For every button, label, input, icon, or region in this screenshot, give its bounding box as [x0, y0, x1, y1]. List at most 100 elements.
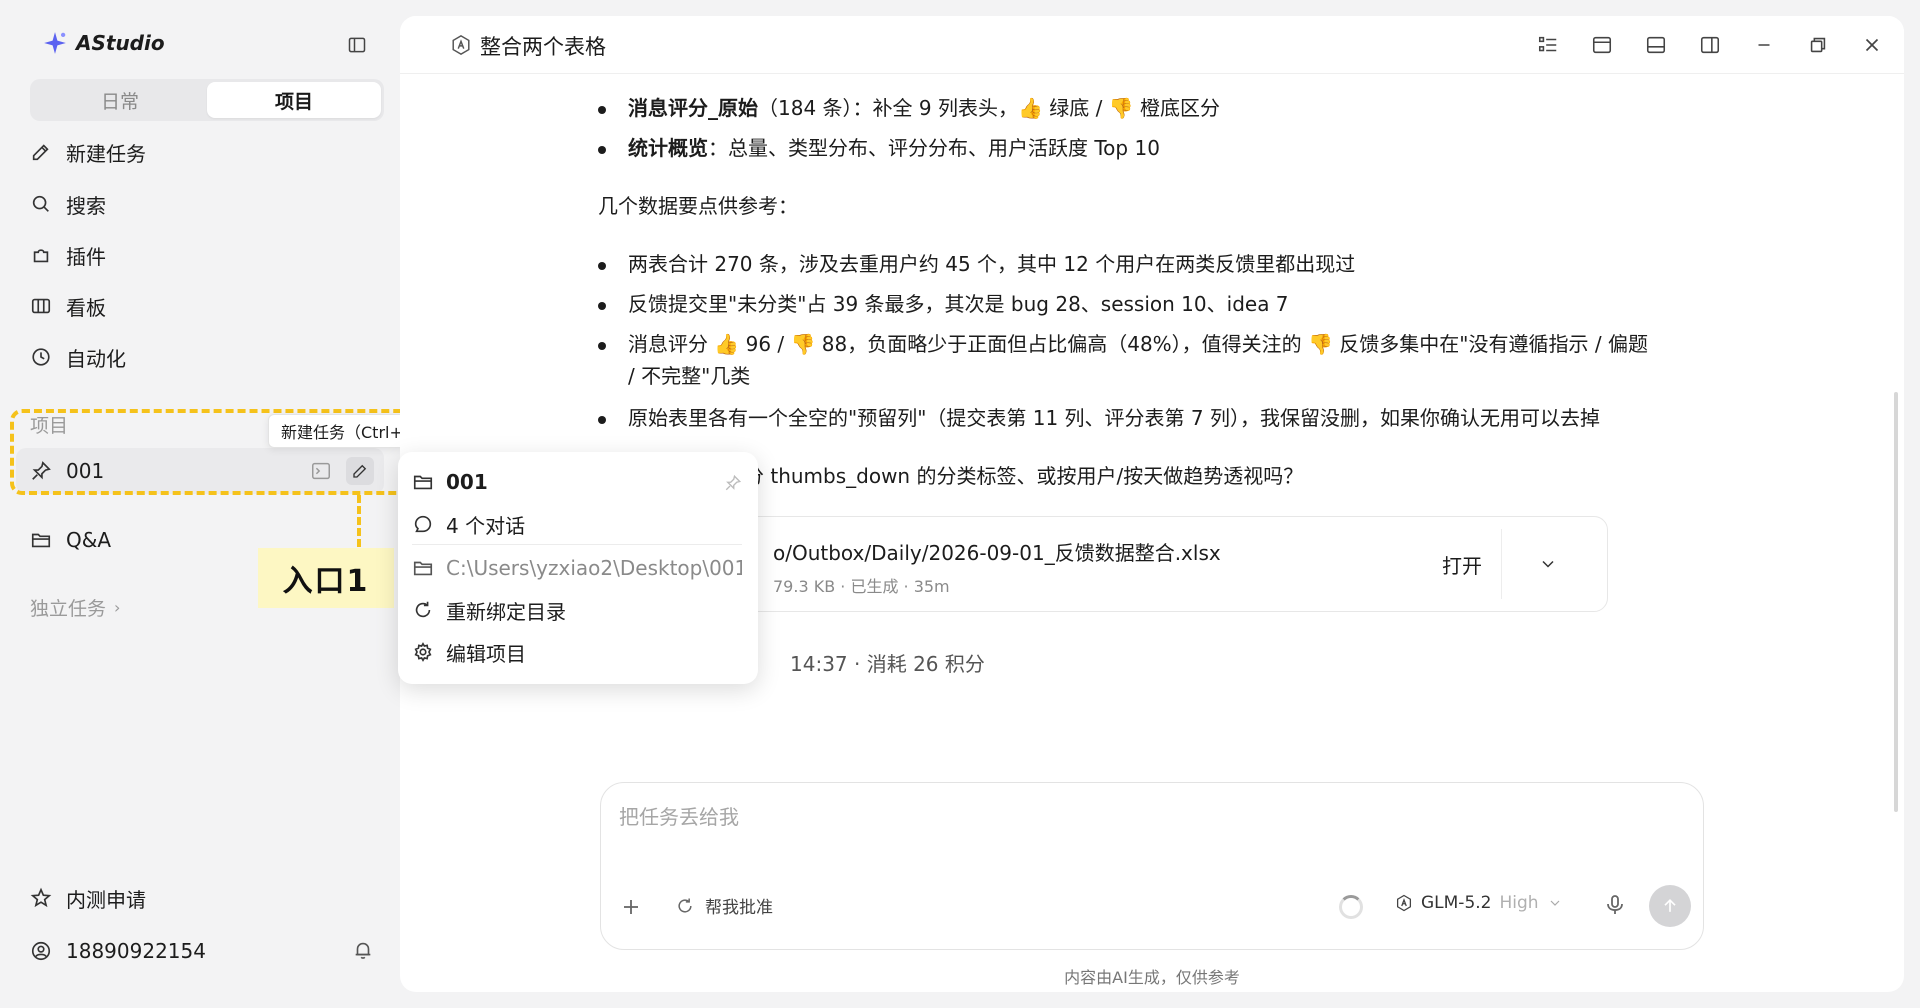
- point-item-continued: / 不完整"几类: [628, 364, 751, 388]
- outline-button[interactable]: [1534, 31, 1562, 59]
- model-a-icon: [1396, 894, 1412, 912]
- message-footer: 14:37 · 消耗 26 积分: [790, 652, 985, 676]
- beta-apply-label: 内测申请: [66, 887, 146, 912]
- nav-plugins-label: 插件: [66, 244, 106, 269]
- bullet-item: 消息评分_原始（184 条）：补全 9 列表头，👍 绿底 / 👎 橙底区分: [628, 92, 1220, 124]
- user-account[interactable]: 18890922154: [30, 933, 206, 969]
- nav-search-label: 搜索: [66, 193, 106, 218]
- scrollbar[interactable]: [1894, 392, 1898, 812]
- folder-icon: [413, 475, 433, 490]
- follow-up-question: 分 thumbs_down 的分类标签、或按用户/按天做趋势透视吗？: [744, 464, 1304, 488]
- point-item: 反馈提交里"未分类"占 39 条最多，其次是 bug 28、session 10…: [628, 292, 1289, 316]
- folder-icon: [31, 533, 51, 548]
- edit-project-label: 编辑项目: [446, 641, 526, 666]
- tab-daily[interactable]: 日常: [33, 82, 207, 118]
- point-item: 消息评分 👍 96 / 👎 88，负面略少于正面但占比偏高（48%），值得关注的…: [628, 332, 1648, 356]
- nav-kanban[interactable]: 看板: [30, 288, 106, 324]
- popover-edit-project[interactable]: 编辑项目: [412, 634, 742, 670]
- bullet-item: 统计概览：总量、类型分布、评分分布、用户活跃度 Top 10: [628, 132, 1160, 164]
- user-phone: 18890922154: [66, 939, 206, 963]
- auto-approve-label: 帮我批准: [705, 898, 773, 918]
- mode-switch: 日常 项目: [30, 79, 384, 121]
- project-item-qa[interactable]: Q&A: [30, 522, 111, 558]
- minimize-button[interactable]: [1750, 31, 1778, 59]
- point-item: 原始表里各有一个全空的"预留列"（提交表第 11 列、评分表第 7 列），我保留…: [628, 406, 1601, 430]
- project-a-icon: [452, 34, 470, 56]
- point-item: 两表合计 270 条，涉及去重用户约 45 个，其中 12 个用户在两类反馈里都…: [628, 252, 1356, 276]
- tab-projects[interactable]: 项目: [207, 82, 381, 118]
- file-card[interactable]: o/Outbox/Daily/2026-09-01_反馈数据整合.xlsx 79…: [732, 516, 1608, 612]
- send-button[interactable]: [1649, 885, 1691, 927]
- popover-rebind-directory[interactable]: 重新绑定目录: [412, 592, 742, 628]
- popover-path[interactable]: C:\Users\yzxiao2\Desktop\001: [412, 550, 742, 586]
- user-avatar-icon: [31, 941, 51, 961]
- popover-divider: [412, 544, 742, 545]
- bullet-bold: 统计概览: [628, 136, 708, 160]
- nav-new-task-label: 新建任务: [66, 141, 146, 166]
- file-meta: 79.3 KB · 已生成 · 35m: [773, 577, 950, 596]
- open-file-button[interactable]: 打开: [1423, 529, 1501, 599]
- popover-conversations[interactable]: 4 个对话: [412, 506, 742, 542]
- task-input[interactable]: 把任务丢给我: [619, 801, 739, 830]
- sidebar: AStudio 日常 项目 新建任务 搜索 插件 看板 自动化 项目 001 Q: [0, 0, 444, 1008]
- model-level: High: [1499, 893, 1539, 913]
- file-name: o/Outbox/Daily/2026-09-01_反馈数据整合.xlsx: [773, 541, 1221, 565]
- bullet-dot: [598, 146, 606, 154]
- minimize-icon: [1758, 44, 1770, 46]
- plugin-icon: [33, 249, 49, 263]
- nav-kanban-label: 看板: [66, 295, 106, 320]
- project-info-popover: 001 4 个对话 C:\Users\yzxiao2\Desktop\001 重…: [398, 452, 758, 684]
- section-heading: 几个数据要点供参考：: [598, 194, 798, 218]
- ai-disclaimer: 内容由AI生成，仅供参考: [1064, 968, 1240, 987]
- auto-approve-toggle[interactable]: 帮我批准: [675, 893, 773, 918]
- bullet-dot: [598, 106, 606, 114]
- nav-automation[interactable]: 自动化: [30, 339, 126, 375]
- chevron-down-icon: [1541, 560, 1554, 568]
- annotation-connector-line: [357, 495, 361, 547]
- nav-plugins[interactable]: 插件: [30, 237, 106, 273]
- layout-right-button[interactable]: [1696, 31, 1724, 59]
- loading-spinner-icon: [1339, 895, 1363, 919]
- project-path: C:\Users\yzxiao2\Desktop\001: [446, 556, 742, 580]
- title-bar: 整合两个表格: [400, 16, 1904, 74]
- star-icon: [30, 887, 52, 908]
- conversation-title: 整合两个表格: [480, 35, 606, 59]
- folder-icon: [413, 561, 433, 576]
- beta-apply-link[interactable]: 内测申请: [30, 880, 146, 916]
- nav-new-task[interactable]: 新建任务: [30, 134, 146, 170]
- pin-icon[interactable]: [724, 474, 742, 492]
- bullet-dot: [598, 262, 606, 270]
- layout-top-button[interactable]: [1588, 31, 1616, 59]
- brand: AStudio: [42, 30, 165, 56]
- microphone-icon[interactable]: [1603, 893, 1627, 917]
- notification-bell-button[interactable]: [352, 939, 374, 965]
- search-icon: [32, 195, 49, 212]
- file-options-dropdown[interactable]: [1501, 529, 1593, 599]
- arrow-up-icon: [1664, 898, 1676, 912]
- sparkle-logo-icon: [42, 30, 68, 56]
- composer-toolbar: 帮我批准 GLM-5.2 High: [601, 885, 1705, 935]
- rebind-label: 重新绑定目录: [446, 599, 566, 624]
- nav-search[interactable]: 搜索: [30, 186, 106, 222]
- refresh-icon: [415, 601, 431, 618]
- bullet-dot: [598, 342, 606, 350]
- close-button[interactable]: [1858, 31, 1886, 59]
- clock-icon: [32, 348, 50, 366]
- model-selector[interactable]: GLM-5.2 High: [1395, 893, 1563, 913]
- sidebar-toggle-button[interactable]: [342, 32, 372, 58]
- bullet-dot: [598, 416, 606, 424]
- standalone-tasks-toggle[interactable]: 独立任务 ›: [30, 594, 120, 621]
- model-name: GLM-5.2: [1421, 893, 1492, 913]
- layout-bottom-button[interactable]: [1642, 31, 1670, 59]
- plus-icon[interactable]: [619, 895, 643, 919]
- chevron-down-icon: [1550, 900, 1559, 906]
- bullet-rest: ：总量、类型分布、评分分布、用户活跃度 Top 10: [708, 136, 1160, 160]
- popover-title-text: 001: [446, 470, 488, 494]
- bullet-bold: 消息评分_原始: [628, 96, 758, 120]
- sidebar-toggle-icon: [348, 37, 366, 53]
- shield-refresh-icon: [678, 898, 692, 913]
- popover-project-title: 001: [412, 464, 742, 500]
- pencil-icon: [32, 144, 49, 161]
- restore-button[interactable]: [1804, 31, 1832, 59]
- panel-top-icon: [1592, 36, 1612, 54]
